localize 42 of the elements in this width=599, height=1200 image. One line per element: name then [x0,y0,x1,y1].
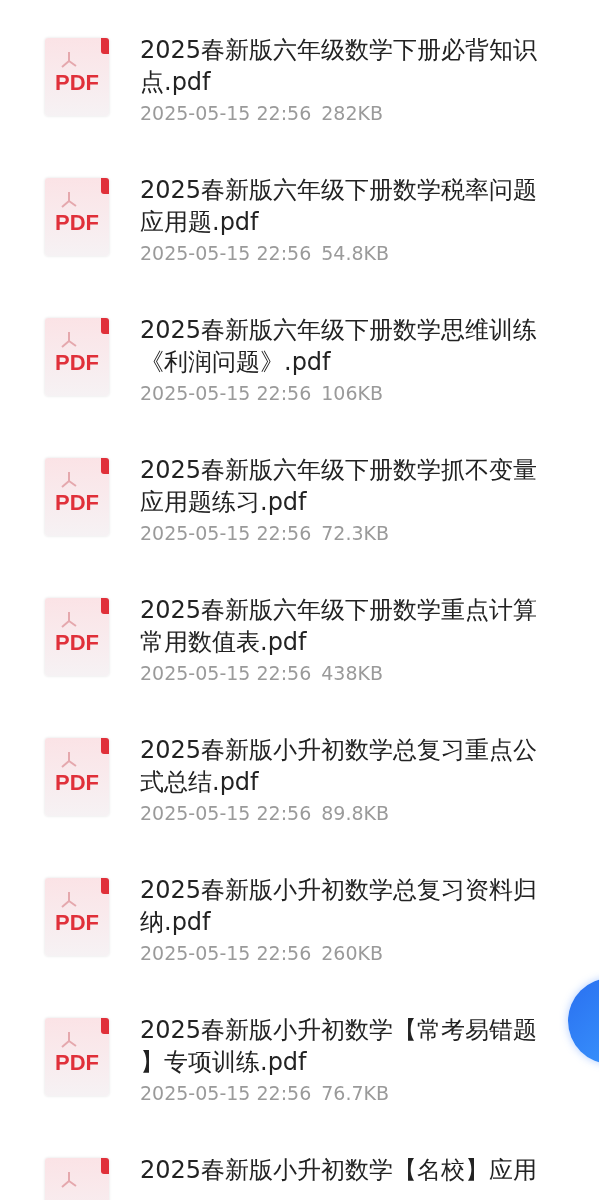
file-name: 2025春新版小升初数学总复习重点公 式总结.pdf [140,735,538,798]
file-size: 260KB [321,941,383,966]
file-date: 2025-05-15 22:56 [140,941,312,966]
file-date: 2025-05-15 22:56 [140,241,312,266]
file-date: 2025-05-15 22:56 [140,801,312,826]
file-size: 76.7KB [321,1081,390,1106]
pdf-file-icon: PDF [45,38,109,116]
pdf-file-icon: PDF [45,738,109,816]
file-size: 89.8KB [321,801,390,826]
file-date: 2025-05-15 22:56 [140,1081,312,1106]
file-name: 2025春新版六年级下册数学税率问题 应用题.pdf [140,175,538,238]
file-name: 2025春新版六年级下册数学思维训练 《利润问题》.pdf [140,315,538,378]
pdf-file-icon: PDF [45,1018,109,1096]
file-name: 2025春新版六年级下册数学重点计算 常用数值表.pdf [140,595,538,658]
file-size: 438KB [321,661,383,686]
file-size: 54.8KB [321,241,390,266]
file-size: 282KB [321,101,383,126]
pdf-file-icon: PDF [45,318,109,396]
file-row[interactable]: PDF 2025春新版六年级下册数学重点计算 常用数值表.pdf 2025-05-15 22:56 438KB [0,594,599,734]
file-name: 2025春新版六年级数学下册必背知识 点.pdf [140,35,538,98]
file-size: 106KB [321,381,383,406]
file-name: 2025春新版小升初数学总复习资料归 纳.pdf [140,875,538,938]
file-size: 72.3KB [321,521,390,546]
file-row[interactable]: 2025春新版小升初数学【名校】应用 [0,1154,599,1200]
file-date: 2025-05-15 22:56 [140,661,312,686]
file-row[interactable]: PDF 2025春新版小升初数学总复习重点公 式总结.pdf 2025-05-15 22:56 89.8KB [0,734,599,874]
file-row[interactable]: PDF 2025春新版六年级下册数学抓不变量 应用题练习.pdf 2025-05-15 22:56 72.3KB [0,454,599,594]
file-row[interactable]: PDF 2025春新版六年级下册数学思维训练 《利润问题》.pdf 2025-05-15 22:56 106KB [0,314,599,454]
file-name: 2025春新版小升初数学【常考易错题 】专项训练.pdf [140,1015,538,1078]
file-date: 2025-05-15 22:56 [140,521,312,546]
pdf-file-icon: PDF [45,458,109,536]
file-row[interactable]: PDF 2025春新版小升初数学【常考易错题 】专项训练.pdf 2025-05-15 22:56 76.7KB [0,1014,599,1154]
file-name: 2025春新版小升初数学【名校】应用 [140,1155,538,1186]
file-row[interactable]: PDF 2025春新版六年级下册数学税率问题 应用题.pdf 2025-05-15 22:56 54.8KB [0,174,599,314]
file-row[interactable]: PDF 2025春新版六年级数学下册必背知识 点.pdf 2025-05-15 22:56 282KB [0,34,599,174]
file-name: 2025春新版六年级下册数学抓不变量 应用题练习.pdf [140,455,538,518]
pdf-file-icon: PDF [45,178,109,256]
file-date: 2025-05-15 22:56 [140,101,312,126]
file-date: 2025-05-15 22:56 [140,381,312,406]
pdf-file-icon: PDF [45,598,109,676]
pdf-file-icon: PDF [45,878,109,956]
file-row[interactable]: PDF 2025春新版小升初数学总复习资料归 纳.pdf 2025-05-15 22:56 260KB [0,874,599,1014]
